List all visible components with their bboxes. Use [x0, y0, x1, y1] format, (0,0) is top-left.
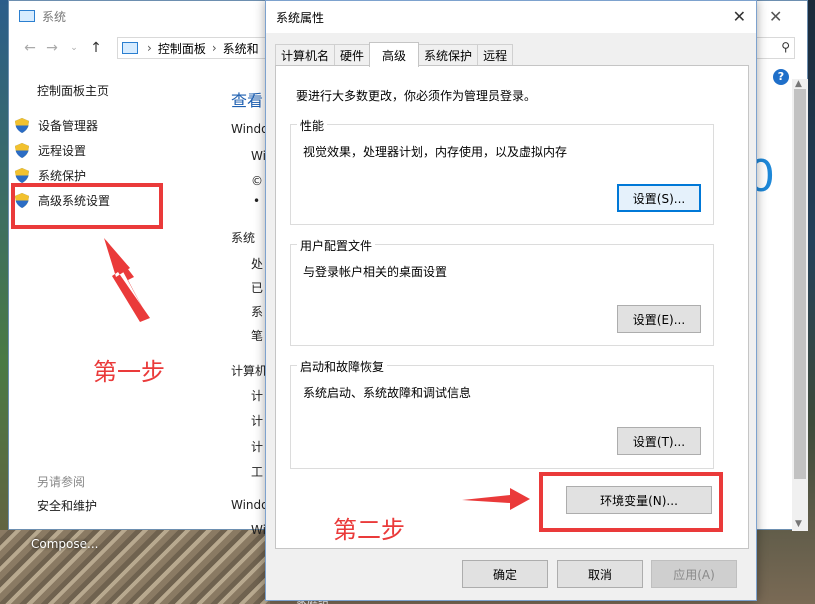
- annotation-arrows: [104, 238, 530, 510]
- step1-arrow-icon: [104, 238, 150, 322]
- tab-advanced[interactable]: 高级: [369, 42, 420, 67]
- step2-arrow-icon: [462, 488, 530, 510]
